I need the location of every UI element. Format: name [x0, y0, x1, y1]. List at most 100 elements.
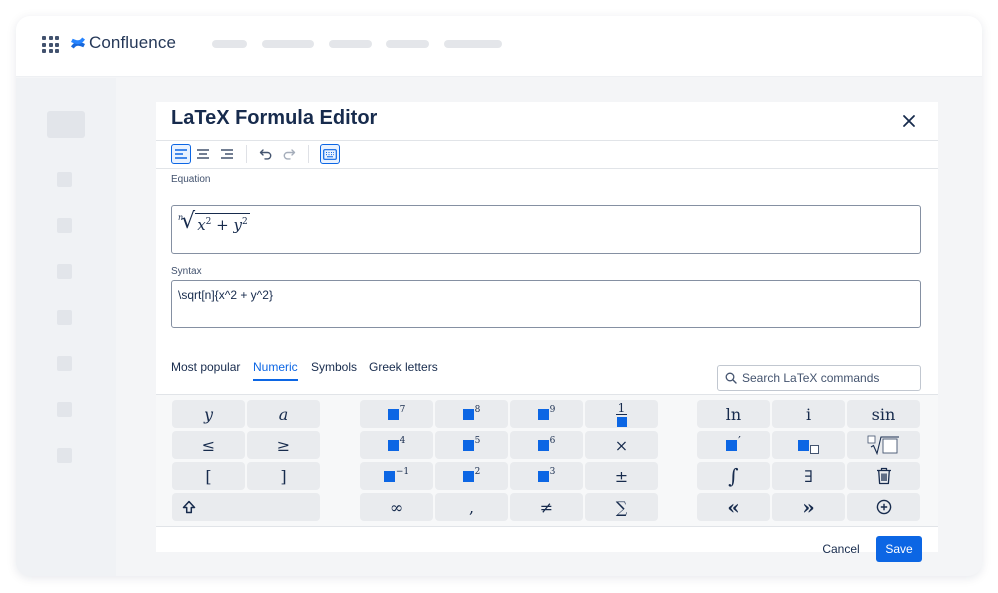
nav-placeholder-5[interactable]	[444, 40, 502, 48]
sidebar-item[interactable]	[57, 310, 72, 325]
key-comma[interactable]: ,	[435, 493, 508, 521]
shift-button[interactable]	[172, 493, 320, 521]
tab-greek-letters[interactable]: Greek letters	[369, 360, 438, 374]
close-icon	[903, 115, 915, 127]
align-left-icon	[175, 149, 187, 159]
keyboard-toggle-button[interactable]	[320, 144, 340, 164]
undo-icon	[259, 149, 272, 160]
key-prime[interactable]: ′	[697, 431, 770, 459]
nth-root-icon	[867, 435, 899, 455]
key-times[interactable]: ×	[585, 431, 658, 459]
dialog-title: LaTeX Formula Editor	[171, 107, 378, 129]
key-exists[interactable]: ∃	[772, 462, 845, 490]
key-power-6[interactable]: 6	[510, 431, 583, 459]
toolbar-separator	[246, 145, 247, 163]
latex-editor-dialog: LaTeX Formula Editor Equation n √ x2 + y…	[156, 102, 938, 562]
key-less-equal[interactable]: ≤	[172, 431, 245, 459]
nav-placeholder-4[interactable]	[386, 40, 429, 48]
key-ln[interactable]: ln	[697, 400, 770, 428]
tab-most-popular[interactable]: Most popular	[171, 360, 240, 374]
sidebar-item[interactable]	[57, 264, 72, 279]
redo-icon	[283, 149, 296, 160]
redo-button[interactable]	[279, 144, 299, 164]
key-power-8[interactable]: 8	[435, 400, 508, 428]
key-infinity[interactable]: ∞	[360, 493, 433, 521]
footer-divider	[156, 526, 938, 527]
radical-sign: √	[181, 209, 196, 234]
eq-operator: +	[216, 216, 229, 234]
search-input[interactable]	[742, 370, 918, 386]
confluence-logo-icon	[71, 37, 85, 49]
divider	[156, 140, 938, 141]
shift-icon	[182, 500, 196, 514]
equation-label: Equation	[171, 174, 211, 185]
align-center-icon	[197, 149, 209, 159]
key-sin[interactable]: sin	[847, 400, 920, 428]
key-move-right[interactable]: »	[772, 493, 845, 521]
active-tab-indicator	[253, 379, 298, 381]
save-button[interactable]: Save	[876, 536, 922, 562]
toolbar-separator	[308, 145, 309, 163]
key-power-2[interactable]: 2	[435, 462, 508, 490]
nav-placeholder-2[interactable]	[262, 40, 314, 48]
align-right-button[interactable]	[217, 144, 237, 164]
key-right-bracket[interactable]: ]	[247, 462, 320, 490]
symbol-keypad: y a ≤ ≥ [ ] 7 8 9 1 4 5 6 × −1 2 3 ± ∞ ,…	[156, 395, 938, 526]
align-center-button[interactable]	[193, 144, 213, 164]
key-left-bracket[interactable]: [	[172, 462, 245, 490]
eq-exp-y: 2	[242, 217, 248, 227]
syntax-value: \sqrt[n]{x^2 + y^2}	[178, 288, 273, 302]
align-right-icon	[221, 149, 233, 159]
key-i[interactable]: i	[772, 400, 845, 428]
latex-search[interactable]	[717, 365, 921, 391]
key-power-5[interactable]: 5	[435, 431, 508, 459]
key-power-4[interactable]: 4	[360, 431, 433, 459]
key-sum[interactable]: ∑	[585, 493, 658, 521]
key-integral[interactable]: ∫	[697, 462, 770, 490]
key-not-equal[interactable]: ≠	[510, 493, 583, 521]
trash-icon	[876, 467, 891, 485]
nav-placeholder-3[interactable]	[329, 40, 372, 48]
search-icon	[725, 372, 737, 384]
sidebar-item[interactable]	[57, 356, 72, 371]
add-icon	[876, 499, 891, 515]
syntax-label: Syntax	[171, 266, 202, 277]
add-button[interactable]	[847, 493, 920, 521]
key-power-3[interactable]: 3	[510, 462, 583, 490]
sidebar-header-placeholder[interactable]	[47, 111, 85, 138]
equation-preview[interactable]: n √ x2 + y2	[171, 205, 921, 254]
key-move-left[interactable]: «	[697, 493, 770, 521]
sidebar-item[interactable]	[57, 448, 72, 463]
sidebar-item[interactable]	[57, 218, 72, 233]
tab-numeric[interactable]: Numeric	[253, 360, 298, 374]
undo-button[interactable]	[256, 144, 276, 164]
sidebar-item[interactable]	[57, 402, 72, 417]
key-y[interactable]: y	[172, 400, 245, 428]
key-greater-equal[interactable]: ≥	[247, 431, 320, 459]
key-fraction[interactable]: 1	[585, 400, 658, 428]
syntax-input[interactable]: \sqrt[n]{x^2 + y^2}	[171, 280, 921, 328]
nav-placeholder-1[interactable]	[212, 40, 247, 48]
eq-base-y: y	[233, 216, 243, 234]
key-nth-root[interactable]	[847, 431, 920, 459]
tab-symbols[interactable]: Symbols	[311, 360, 357, 374]
eq-exp-x: 2	[205, 217, 212, 227]
brand-name: Confluence	[89, 33, 177, 52]
radicand: x2 + y2	[195, 213, 250, 234]
key-subscript[interactable]	[772, 431, 845, 459]
delete-button[interactable]	[847, 462, 920, 490]
key-power-9[interactable]: 9	[510, 400, 583, 428]
apps-grid-icon[interactable]	[42, 36, 59, 53]
sidebar	[16, 78, 116, 576]
sidebar-item[interactable]	[57, 172, 72, 187]
close-button[interactable]	[898, 110, 920, 132]
key-a[interactable]: a	[247, 400, 320, 428]
align-left-button[interactable]	[171, 144, 191, 164]
key-power-minus-1[interactable]: −1	[360, 462, 433, 490]
cancel-button[interactable]: Cancel	[815, 536, 867, 562]
key-plus-minus[interactable]: ±	[585, 462, 658, 490]
divider	[156, 168, 938, 169]
key-power-7[interactable]: 7	[360, 400, 433, 428]
keyboard-icon	[323, 148, 337, 160]
app-window: Confluence LaTeX Formula Editor Equation…	[16, 16, 982, 576]
